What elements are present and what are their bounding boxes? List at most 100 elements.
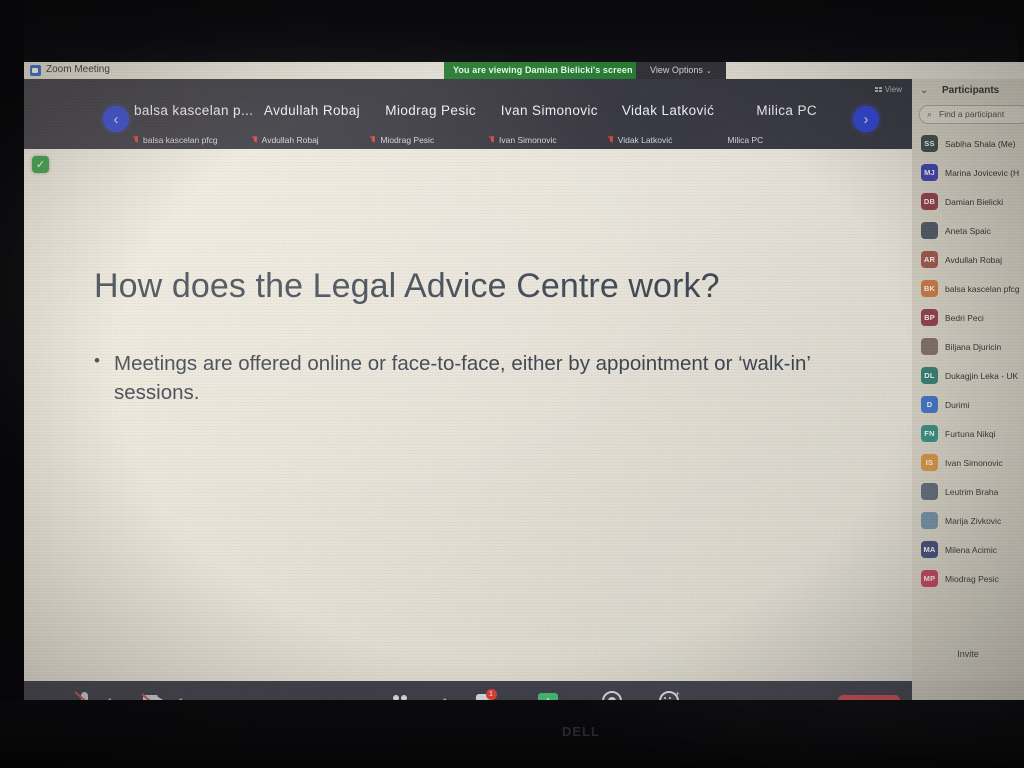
participant-name: Furtuna Nikqi: [945, 428, 996, 439]
zoom-icon: [30, 65, 41, 76]
participant-name: Biljana Djuricin: [945, 341, 1002, 352]
participant-name: Milena Acimic: [945, 544, 997, 555]
video-tile-name-row: balsa kascelan pfcg: [134, 133, 253, 147]
title-bar-filler: [702, 62, 912, 79]
search-icon: ⌕: [927, 109, 933, 119]
participant-row[interactable]: Biljana Djuricin: [912, 332, 1024, 361]
avatar: [921, 483, 938, 500]
participant-name: Ivan Simonovic: [945, 457, 1003, 468]
participants-caret[interactable]: ⌃: [441, 697, 449, 700]
participant-row[interactable]: Marija Zivkovic: [912, 506, 1024, 535]
participant-name: balsa kascelan pfcg: [945, 283, 1020, 294]
monitor-bezel-bottom: [0, 700, 1024, 768]
view-layout-button[interactable]: View: [874, 85, 902, 94]
video-tile[interactable]: Ivan Simonovic: [490, 103, 609, 129]
dell-brand-logo: DELL: [562, 724, 600, 739]
video-tile[interactable]: Vidak Latković: [609, 103, 728, 129]
avatar: MJ: [921, 164, 938, 181]
avatar: [921, 338, 938, 355]
avatar: MA: [921, 541, 938, 558]
participant-row[interactable]: MJ Marina Jovicevic (H: [912, 158, 1024, 187]
participant-name: Dukagjin Leka - UK: [945, 370, 1019, 381]
avatar: D: [921, 396, 938, 413]
video-tile[interactable]: Milica PC: [727, 103, 846, 129]
video-tile-name: Milica PC: [727, 135, 764, 145]
filmstrip-next-button[interactable]: ›: [853, 106, 879, 132]
view-options-label: View Options: [650, 65, 703, 75]
participant-row[interactable]: FN Furtuna Nikqi: [912, 419, 1024, 448]
participant-row[interactable]: D Durimi: [912, 390, 1024, 419]
avatar: DL: [921, 367, 938, 384]
record-icon: [580, 689, 644, 700]
video-tile-name: Miodrag Pesic: [380, 135, 435, 145]
window-title: Zoom Meeting: [46, 64, 110, 75]
view-options-button[interactable]: View Options ⌄: [636, 62, 726, 79]
video-tile-name: Avdullah Robaj: [261, 135, 319, 145]
chevron-down-icon[interactable]: ⌄: [920, 85, 928, 96]
participants-count: 26: [413, 699, 424, 700]
video-tile-name-row: Ivan Simonovic: [490, 133, 609, 147]
chevron-down-icon: ⌄: [705, 68, 712, 75]
filmstrip-prev-button[interactable]: ‹: [103, 106, 129, 132]
video-tiles: balsa kascelan p... Avdullah Robaj Miodrag…: [134, 103, 846, 129]
video-tile-name: Vidak Latković: [617, 135, 673, 145]
video-options-caret[interactable]: ⌃: [177, 697, 185, 700]
participant-row[interactable]: Aneta Spaic: [912, 216, 1024, 245]
video-tile-name-row: Milica PC: [727, 133, 846, 147]
participant-search-placeholder: Find a participant: [939, 109, 1005, 119]
participant-row[interactable]: Leutrim Braha: [912, 477, 1024, 506]
chat-icon: 1: [452, 689, 516, 700]
participant-row[interactable]: AR Avdullah Robaj: [912, 245, 1024, 274]
video-tile-names: balsa kascelan pfcg Avdullah Robaj Miodrag…: [134, 133, 846, 147]
participant-row[interactable]: BP Bedri Peci: [912, 303, 1024, 332]
avatar: DB: [921, 193, 938, 210]
participant-name: Avdullah Robaj: [945, 254, 1003, 265]
video-tile-name-row: Avdullah Robaj: [253, 133, 372, 147]
video-tile[interactable]: Avdullah Robaj: [253, 103, 372, 129]
participant-row[interactable]: IS Ivan Simonovic: [912, 448, 1024, 477]
avatar: [921, 512, 938, 529]
participants-panel-title: Participants: [942, 85, 1000, 96]
zoom-toolbar: Unmute ⌃ Start Video ⌃ 26 Participants ⌃: [24, 681, 912, 700]
avatar: AR: [921, 251, 938, 268]
avatar: SS: [921, 135, 938, 152]
participant-row[interactable]: SS Sabiha Shala (Me): [912, 129, 1024, 158]
audio-options-caret[interactable]: ⌃: [106, 697, 114, 700]
avatar: BP: [921, 309, 938, 326]
grid-icon: [874, 86, 882, 93]
video-tile-name: Ivan Simonovic: [499, 135, 557, 145]
microphone-muted-icon: [609, 135, 614, 145]
participants-panel-header: ⌄ Participants: [912, 79, 1024, 105]
participant-row[interactable]: DB Damian Bielicki: [912, 187, 1024, 216]
participant-name: Bedri Peci: [945, 312, 984, 323]
participant-row[interactable]: DL Dukagjin Leka - UK: [912, 361, 1024, 390]
avatar: [921, 222, 938, 239]
avatar: MP: [921, 570, 938, 587]
microphone-muted-icon: [134, 135, 139, 145]
video-tile-name: balsa kascelan pfcg: [143, 135, 218, 145]
monitor-bezel-left: [0, 0, 24, 768]
participant-row[interactable]: MP Miodrag Pesic: [912, 564, 1024, 593]
participant-search-input[interactable]: ⌕ Find a participant: [919, 105, 1024, 124]
check-badge-icon: ✓: [32, 156, 49, 173]
shared-slide: ✓ How does the Legal Advice Centre work?…: [24, 149, 912, 681]
bullet-text: Meetings are offered online or face-to-f…: [114, 352, 811, 405]
monitor-bezel-top: [0, 0, 1024, 62]
participants-panel: ⌄ Participants ⌕ Find a participant SS Sa…: [912, 79, 1024, 681]
video-tile[interactable]: balsa kascelan p...: [134, 103, 253, 129]
reactions-icon: +: [637, 689, 701, 700]
participant-row[interactable]: MA Milena Acimic: [912, 535, 1024, 564]
invite-button[interactable]: Invite: [912, 649, 1024, 659]
participant-name: Aneta Spaic: [945, 225, 991, 236]
microphone-muted-icon: [253, 135, 258, 145]
bullet-marker: •: [94, 351, 100, 370]
participant-name: Marina Jovicevic (H: [945, 167, 1020, 178]
participant-row[interactable]: BK balsa kascelan pfcg: [912, 274, 1024, 303]
avatar: FN: [921, 425, 938, 442]
participant-name: Durimi: [945, 399, 970, 410]
participant-name: Miodrag Pesic: [945, 573, 999, 584]
video-tile[interactable]: Miodrag Pesic: [371, 103, 490, 129]
leave-button[interactable]: Leave: [838, 695, 900, 700]
slide-bullet: • Meetings are offered online or face-to…: [94, 349, 854, 407]
microphone-muted-icon: [371, 135, 376, 145]
